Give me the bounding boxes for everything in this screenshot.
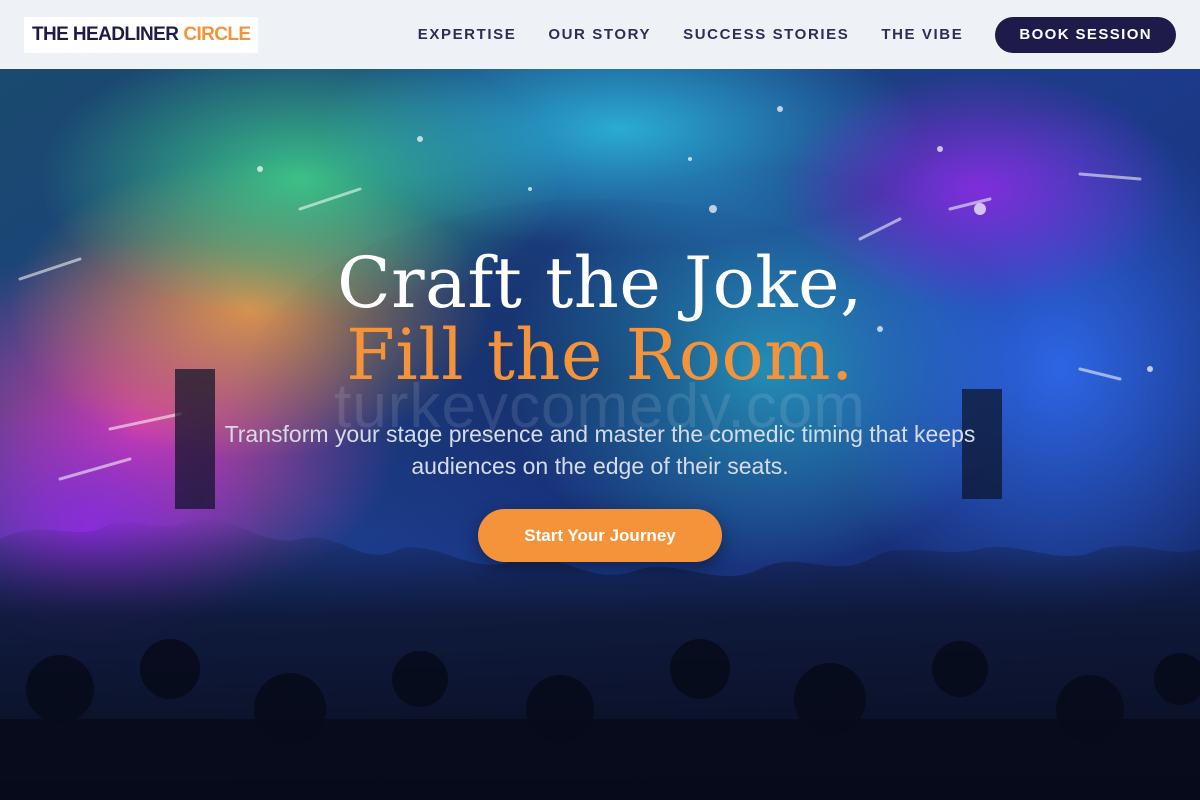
logo[interactable]: THE HEADLINER CIRCLE xyxy=(24,16,259,53)
logo-text-main: THE HEADLINER xyxy=(32,23,179,45)
hero-headline: Craft the Joke, Fill the Room. xyxy=(0,247,1200,391)
hero-subtext: Transform your stage presence and master… xyxy=(224,421,976,479)
site-header: THE HEADLINER CIRCLE EXPERTISE OUR STORY… xyxy=(0,0,1200,69)
logo-text-accent: CIRCLE xyxy=(183,23,251,45)
hero-section: turkeycomedy.com Craft the Joke, Fill th… xyxy=(0,69,1200,800)
nav-link-the-vibe[interactable]: THE VIBE xyxy=(881,26,963,43)
nav-link-expertise[interactable]: EXPERTISE xyxy=(418,26,517,43)
main-nav: EXPERTISE OUR STORY SUCCESS STORIES THE … xyxy=(386,16,1176,53)
nav-link-our-story[interactable]: OUR STORY xyxy=(548,26,651,43)
nav-link-success-stories[interactable]: SUCCESS STORIES xyxy=(683,26,849,43)
book-session-button[interactable]: BOOK SESSION xyxy=(995,16,1176,53)
hero-headline-line1: Craft the Joke, xyxy=(337,242,863,324)
hero-content: turkeycomedy.com Craft the Joke, Fill th… xyxy=(0,69,1200,800)
hero-headline-line2: Fill the Room. xyxy=(346,314,854,396)
start-journey-button[interactable]: Start Your Journey xyxy=(478,509,722,562)
